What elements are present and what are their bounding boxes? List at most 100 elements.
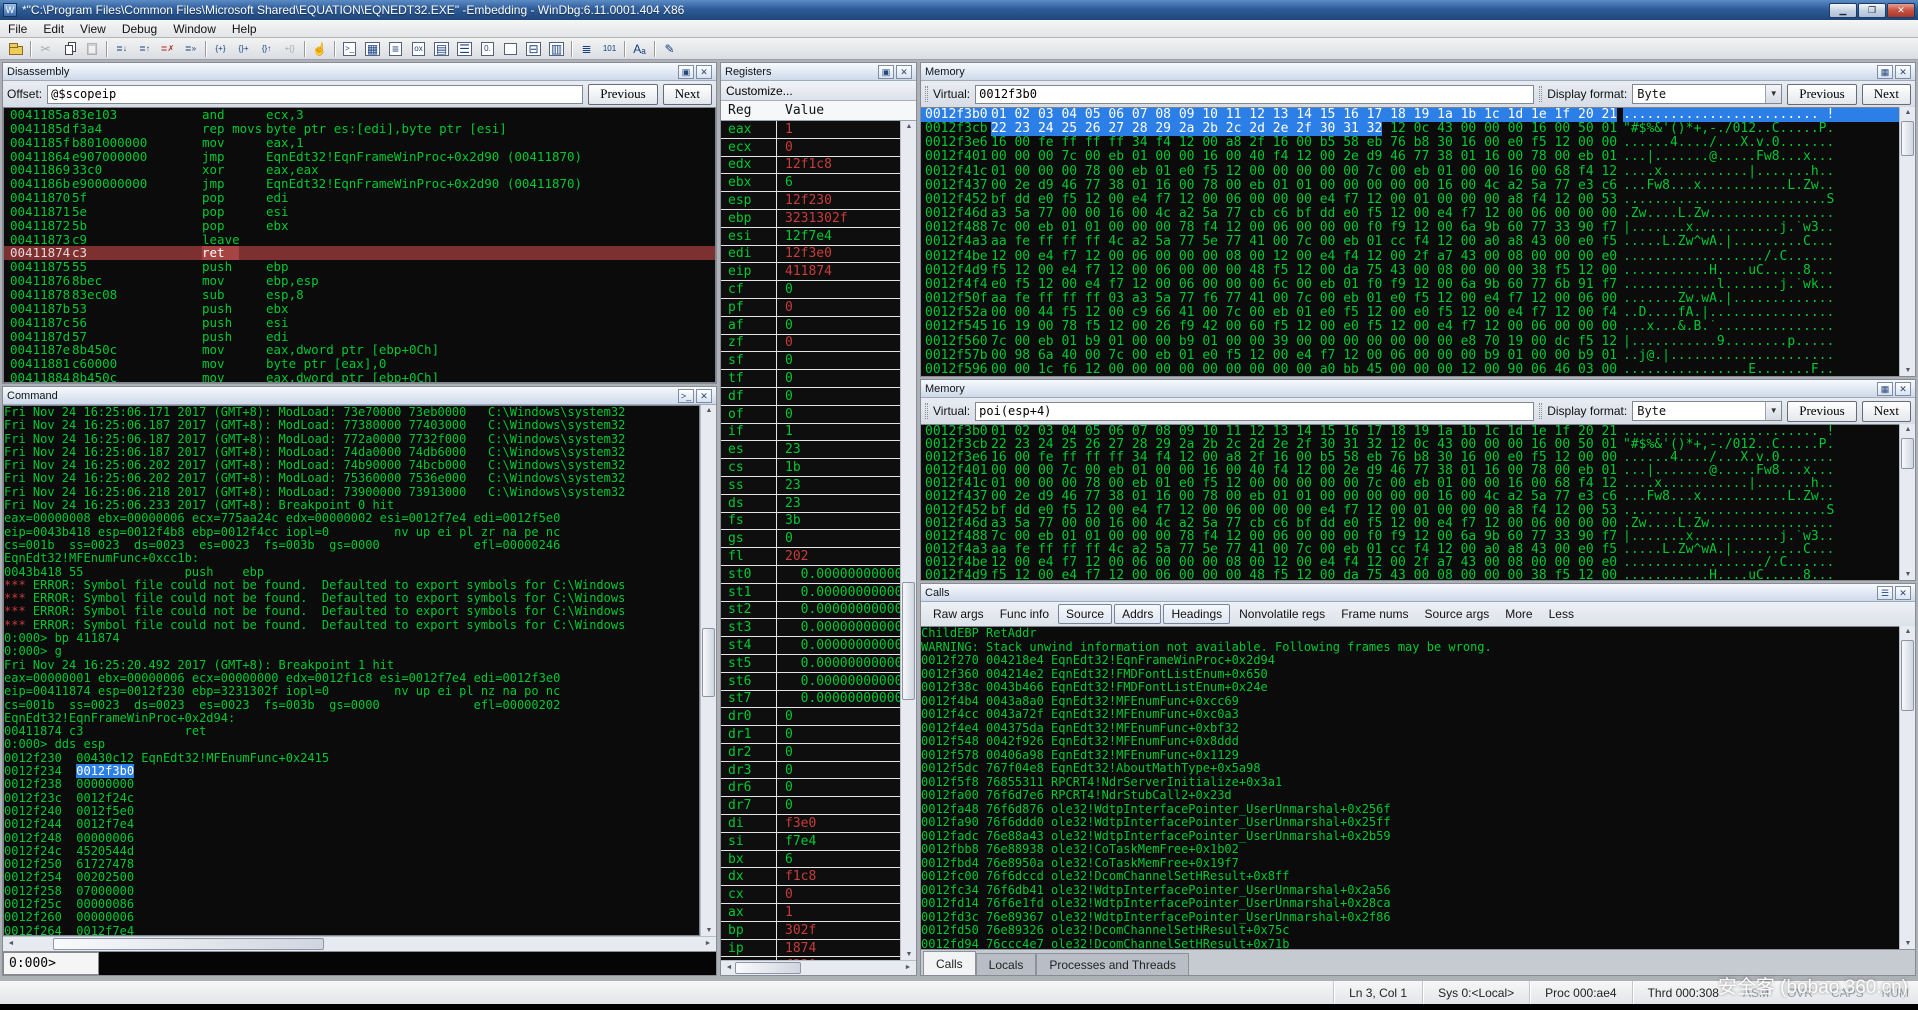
previous-button[interactable]: Previous [588, 84, 658, 105]
register-row[interactable]: ebp3231302f [721, 210, 900, 228]
dock-icon[interactable]: ☰ [1877, 586, 1893, 600]
register-row[interactable]: tf0 [721, 370, 900, 388]
register-row[interactable]: cx0 [721, 886, 900, 904]
tab-locals[interactable]: Locals [976, 953, 1037, 975]
memory-row[interactable]: 0012f52a00 00 44 f5 12 00 c9 66 41 00 7c… [921, 306, 1899, 320]
register-row[interactable]: esp12f230 [721, 192, 900, 210]
close-icon[interactable]: ✕ [1895, 586, 1911, 600]
minimize-button[interactable]: ▁ [1829, 3, 1857, 18]
next-button[interactable]: Next [1862, 401, 1911, 422]
memory-row[interactable]: 0012f4887c 00 eb 01 01 00 00 00 78 f4 12… [921, 221, 1899, 235]
memory1-vertical-scrollbar[interactable]: ▲▼ [1899, 107, 1915, 376]
calls-option-headings[interactable]: Headings [1163, 604, 1230, 624]
registers-vertical-scrollbar[interactable]: ▲▼ [900, 121, 916, 960]
stop-debugging-icon[interactable]: ≣✗ [156, 39, 179, 59]
register-row[interactable]: zf0 [721, 335, 900, 353]
disassembly-line[interactable]: 004118715epopesi [4, 205, 715, 219]
menu-window[interactable]: Window [165, 21, 224, 37]
disassembly-line[interactable]: 0041187555pushebp [4, 260, 715, 274]
register-row[interactable]: st3 0.000000000000000000 [721, 619, 900, 637]
call-stack-frame[interactable]: 0012fa90 76f6ddd0 ole32!WdtpInterfacePoi… [921, 816, 1899, 830]
register-row[interactable]: st7 0.000000000000000000 [721, 691, 900, 709]
memory-row[interactable]: 0012f4d9f5 12 00 e4 f7 12 00 06 00 00 00… [921, 569, 1899, 580]
memory-row[interactable]: 0012f40100 00 00 7c 00 eb 01 00 00 16 00… [921, 150, 1899, 164]
call-stack-frame[interactable]: 0012f360 004214e2 EqnEdt32!FMDFontListEn… [921, 668, 1899, 682]
register-row[interactable]: dr30 [721, 762, 900, 780]
disassembly-line[interactable]: 004118705fpopedi [4, 191, 715, 205]
display-format-select[interactable]: Byte ▼ [1632, 84, 1782, 104]
disassembly-line[interactable]: 00411864e907000000jmpEqnEdt32!EqnFrameWi… [4, 150, 715, 164]
register-row[interactable]: df0 [721, 388, 900, 406]
call-stack-frame[interactable]: 0012fadc 76e88a43 ole32!WdtpInterfacePoi… [921, 830, 1899, 844]
tab-processes-and-threads[interactable]: Processes and Threads [1036, 953, 1189, 975]
memory-row[interactable]: 0012f3cb22 23 24 25 26 27 28 29 2a 2b 2c… [921, 122, 1899, 136]
registers-window-icon[interactable]: ox [407, 39, 430, 59]
disassembly-line[interactable]: 0041185df3a4rep movsbyte ptr es:[edi],by… [4, 122, 715, 136]
calls-vertical-scrollbar[interactable]: ▲▼ [1899, 626, 1915, 949]
copy-icon[interactable] [57, 39, 80, 59]
menu-file[interactable]: File [0, 21, 35, 37]
restart-icon[interactable]: ≣↑ [133, 39, 156, 59]
memory-row[interactable]: 0012f41c01 00 00 00 78 00 eb 01 e0 f5 12… [921, 165, 1899, 179]
disassembly-line[interactable]: 004118848b450cmoveax,dword ptr [ebp+0Ch] [4, 371, 715, 383]
register-row[interactable]: dr60 [721, 779, 900, 797]
register-row[interactable]: ebx6 [721, 174, 900, 192]
break-icon[interactable]: ☝ [308, 39, 331, 59]
memory-row[interactable]: 0012f50faa fe ff ff ff 03 a3 5a 77 f6 77… [921, 292, 1899, 306]
menu-help[interactable]: Help [224, 21, 265, 37]
command-input[interactable] [99, 952, 716, 975]
calls-option-raw-args[interactable]: Raw args [926, 604, 991, 624]
customize-button[interactable]: Customize... [721, 81, 916, 101]
disassembly-line[interactable]: 0041186be900000000jmpEqnEdt32!EqnFrameWi… [4, 177, 715, 191]
scratch-pad-icon[interactable] [499, 39, 522, 59]
display-format-select[interactable]: Byte ▼ [1632, 401, 1782, 421]
register-row[interactable]: dr10 [721, 726, 900, 744]
command-horizontal-scrollbar[interactable]: ◄► [3, 936, 716, 951]
register-row[interactable]: sf0 [721, 352, 900, 370]
register-row[interactable]: cf0 [721, 281, 900, 299]
call-stack-frame[interactable]: 0012f4e4 004375da EqnEdt32!MFEnumFunc+0x… [921, 722, 1899, 736]
memory-row[interactable]: 0012f59600 00 1c f6 12 00 00 00 00 00 00… [921, 363, 1899, 376]
memory-row[interactable]: 0012f452bf dd e0 f5 12 00 e4 f7 12 00 06… [921, 193, 1899, 207]
step-over-icon[interactable]: {}+ [232, 39, 255, 59]
call-stack-window-icon[interactable]: ☰ [453, 39, 476, 59]
disassembly-line[interactable]: 00411873c9leave [4, 233, 715, 247]
close-icon[interactable]: ✕ [696, 389, 712, 403]
maximize-button[interactable]: ❐ [1858, 3, 1886, 18]
call-stack-frame[interactable]: 0012fa00 76f6d7e6 RPCRT4!NdrStubCall2+0x… [921, 789, 1899, 803]
calls-option-source[interactable]: Source [1058, 604, 1112, 624]
register-row[interactable]: bx6 [721, 851, 900, 869]
register-row[interactable]: st2 0.000000000000000000 [721, 602, 900, 620]
register-row[interactable]: cs1b [721, 459, 900, 477]
offset-input[interactable]: @$scopeip [47, 85, 583, 104]
register-row[interactable]: edx12f1c8 [721, 157, 900, 175]
register-row[interactable]: dif3e0 [721, 815, 900, 833]
register-row[interactable]: fl202 [721, 548, 900, 566]
memory-window-icon[interactable]: ▤ [430, 39, 453, 59]
menu-view[interactable]: View [72, 21, 114, 37]
next-button[interactable]: Next [1862, 84, 1911, 105]
register-row[interactable]: ip1874 [721, 940, 900, 958]
detach-process-icon[interactable]: ≣» [179, 39, 202, 59]
font-icon[interactable]: Aₐ [628, 39, 651, 59]
memory-row[interactable]: 0012f43700 2e d9 46 77 38 01 16 00 78 00… [921, 179, 1899, 193]
virtual-address-input[interactable]: poi(esp+4) [975, 402, 1534, 421]
close-icon[interactable]: ✕ [1895, 65, 1911, 79]
call-stack-frame[interactable]: 0012f38c 0043b466 EqnEdt32!FMDFontListEn… [921, 681, 1899, 695]
register-row[interactable]: st4 0.000000000000000000 [721, 637, 900, 655]
disassembly-line[interactable]: 00411881c60000movbyte ptr [eax],0 [4, 357, 715, 371]
menu-edit[interactable]: Edit [35, 21, 72, 37]
call-stack-frame[interactable]: 0012f578 00406a98 EqnEdt32!MFEnumFunc+0x… [921, 749, 1899, 763]
register-row[interactable]: esi12f7e4 [721, 228, 900, 246]
dock-icon[interactable]: ▣ [878, 65, 894, 79]
call-stack-frame[interactable]: 0012f4b4 0043a8a0 EqnEdt32!MFEnumFunc+0x… [921, 695, 1899, 709]
assembly-options-icon[interactable]: 101 [598, 39, 621, 59]
register-row[interactable]: st6 0.000000000000000000 [721, 673, 900, 691]
disassembly-window-icon[interactable]: 0. [476, 39, 499, 59]
locals-window-icon[interactable]: ≡ [384, 39, 407, 59]
call-stack-frame[interactable]: 0012fd50 76e89326 ole32!DcomChannelSetHR… [921, 924, 1899, 938]
dock-icon[interactable]: >_ [678, 389, 694, 403]
step-into-icon[interactable]: {+} [209, 39, 232, 59]
open-source-file-icon[interactable] [4, 39, 27, 59]
memory-row[interactable]: 0012f4d9f5 12 00 e4 f7 12 00 06 00 00 00… [921, 264, 1899, 278]
